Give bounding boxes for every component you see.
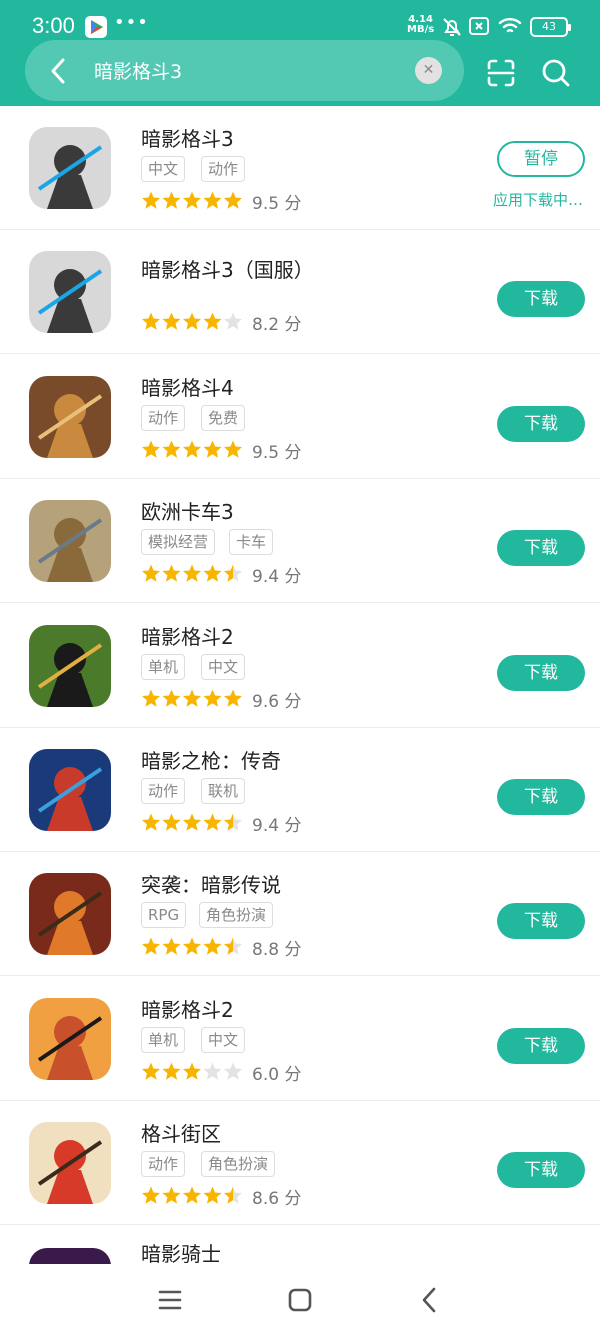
search-icon[interactable]	[541, 58, 571, 88]
app-tag: 动作	[141, 778, 186, 804]
app-tag: 单机	[141, 1026, 186, 1053]
street-fighter-icon[interactable]	[29, 1122, 111, 1205]
shadow-fight-3-cn-icon[interactable]	[29, 251, 111, 334]
list-item[interactable]: 暗影格斗3（国服） 8.2 分 下载	[0, 230, 600, 355]
app-tag: 中文	[201, 1026, 246, 1053]
scan-icon[interactable]	[486, 58, 516, 88]
search-input[interactable]: 暗影格斗3	[94, 57, 182, 84]
download-button[interactable]: 下载	[497, 903, 585, 940]
system-navigation-bar	[0, 1264, 600, 1334]
app-tag: 免费	[201, 404, 246, 431]
list-item[interactable]: 暗影格斗4 动作 免费 9.5 分 下载	[0, 355, 600, 479]
download-button[interactable]: 下载	[497, 405, 585, 442]
app-tag: 动作	[201, 156, 246, 182]
app-tag: 中文	[201, 653, 246, 680]
network-speed-unit: MB/s	[407, 24, 435, 35]
search-bar[interactable]: 暗影格斗3 ✕	[25, 40, 464, 101]
rating-stars	[141, 688, 245, 710]
app-name: 暗影之枪：传奇	[141, 749, 281, 773]
download-status: 应用下载中…	[493, 191, 584, 209]
list-item[interactable]: 格斗街区动作 角色扮演 8.6 分 下载	[0, 1101, 600, 1226]
pause-button[interactable]: 暂停	[497, 141, 585, 177]
rating-stars	[141, 1061, 245, 1083]
wifi-icon	[498, 16, 522, 40]
rating-score: 9.5 分	[252, 194, 302, 214]
close-icon[interactable]: ✕	[415, 57, 442, 84]
app-name: 暗影骑士	[141, 1241, 221, 1266]
app-tag: 动作	[141, 404, 186, 431]
top-bar: 3:00 ••• 4.14 MB/s 43 暗影格斗3 ✕	[0, 0, 600, 106]
rating-stars	[141, 311, 245, 333]
shadow-fight-3-icon[interactable]	[29, 127, 111, 209]
rating-score: 8.2 分	[252, 315, 302, 336]
mute-bell-icon	[441, 16, 463, 42]
rating-stars	[141, 190, 245, 212]
app-tag: 动作	[141, 1151, 186, 1178]
app-name: 暗影格斗3	[141, 127, 234, 151]
rating-score: 8.6 分	[252, 1189, 302, 1210]
play-store-icon	[85, 16, 107, 38]
euro-truck-icon[interactable]	[29, 500, 111, 583]
download-button[interactable]: 下载	[497, 779, 585, 815]
download-button[interactable]: 下载	[497, 530, 585, 567]
app-tag: 角色扮演	[201, 1151, 276, 1178]
app-tag: 单机	[141, 653, 186, 680]
raid-shadow-legends-icon[interactable]	[29, 873, 111, 956]
status-time: 3:00	[32, 13, 75, 38]
app-tag: RPG	[141, 902, 187, 929]
rating-stars	[141, 1185, 245, 1207]
rating-stars	[141, 439, 245, 461]
app-name: 暗影格斗2	[141, 624, 234, 649]
shadow-fight-2-icon[interactable]	[29, 624, 111, 707]
back-icon[interactable]	[412, 1282, 448, 1318]
rating-stars	[141, 936, 245, 958]
list-item[interactable]: 暗影格斗3 中文 动作 9.5 分 暂停应用下载中…	[0, 106, 600, 230]
download-button[interactable]: 下载	[497, 654, 585, 691]
shadow-fight-4-icon[interactable]	[29, 375, 111, 458]
rating-stars	[141, 812, 245, 834]
menu-icon[interactable]	[152, 1282, 188, 1318]
list-item[interactable]: 暗影格斗2 单机 中文 9.6 分 下载	[0, 604, 600, 728]
download-button[interactable]: 下载	[497, 281, 585, 318]
download-button[interactable]: 下载	[497, 1152, 585, 1189]
app-name: 暗影格斗2	[141, 997, 234, 1022]
app-name: 暗影格斗3（国服）	[141, 258, 314, 283]
shadow-fight-2-2024-icon[interactable]	[29, 997, 111, 1080]
rating-score: 9.4 分	[252, 816, 302, 836]
rating-score: 9.5 分	[252, 442, 302, 463]
list-item[interactable]: 暗影之枪：传奇 动作 联机 9.4 分 下载	[0, 728, 600, 852]
app-name: 突袭：暗影传说	[141, 873, 281, 898]
more-notifications-icon: •••	[114, 12, 149, 33]
app-tag: 卡车	[229, 529, 274, 556]
app-tag: 中文	[141, 156, 186, 182]
home-icon[interactable]	[282, 1282, 318, 1318]
battery-indicator: 43	[530, 17, 571, 37]
list-item[interactable]: 欧洲卡车3 模拟经营 卡车 9.4 分 下载	[0, 479, 600, 604]
network-speed: 4.14 MB/s	[407, 15, 434, 35]
app-name: 欧洲卡车3	[141, 500, 234, 525]
rating-stars	[141, 563, 245, 585]
app-name: 格斗街区	[141, 1122, 221, 1147]
download-button[interactable]: 下载	[497, 1027, 585, 1064]
sim-icon	[468, 16, 490, 40]
shadowgun-legends-icon[interactable]	[29, 749, 111, 831]
rating-score: 8.8 分	[252, 940, 302, 961]
rating-score: 6.0 分	[252, 1064, 302, 1085]
rating-score: 9.6 分	[252, 691, 302, 712]
app-tag: 角色扮演	[199, 902, 274, 929]
chevron-left-icon[interactable]	[45, 56, 73, 86]
list-item[interactable]: 暗影格斗2 单机 中文 6.0 分 下载	[0, 977, 600, 1101]
list-item[interactable]: 突袭：暗影传说 RPG 角色扮演 8.8 分 下载	[0, 852, 600, 977]
rating-score: 9.4 分	[252, 567, 302, 588]
app-name: 暗影格斗4	[141, 375, 234, 400]
app-tag: 联机	[201, 778, 246, 804]
app-tag: 模拟经营	[141, 529, 216, 556]
